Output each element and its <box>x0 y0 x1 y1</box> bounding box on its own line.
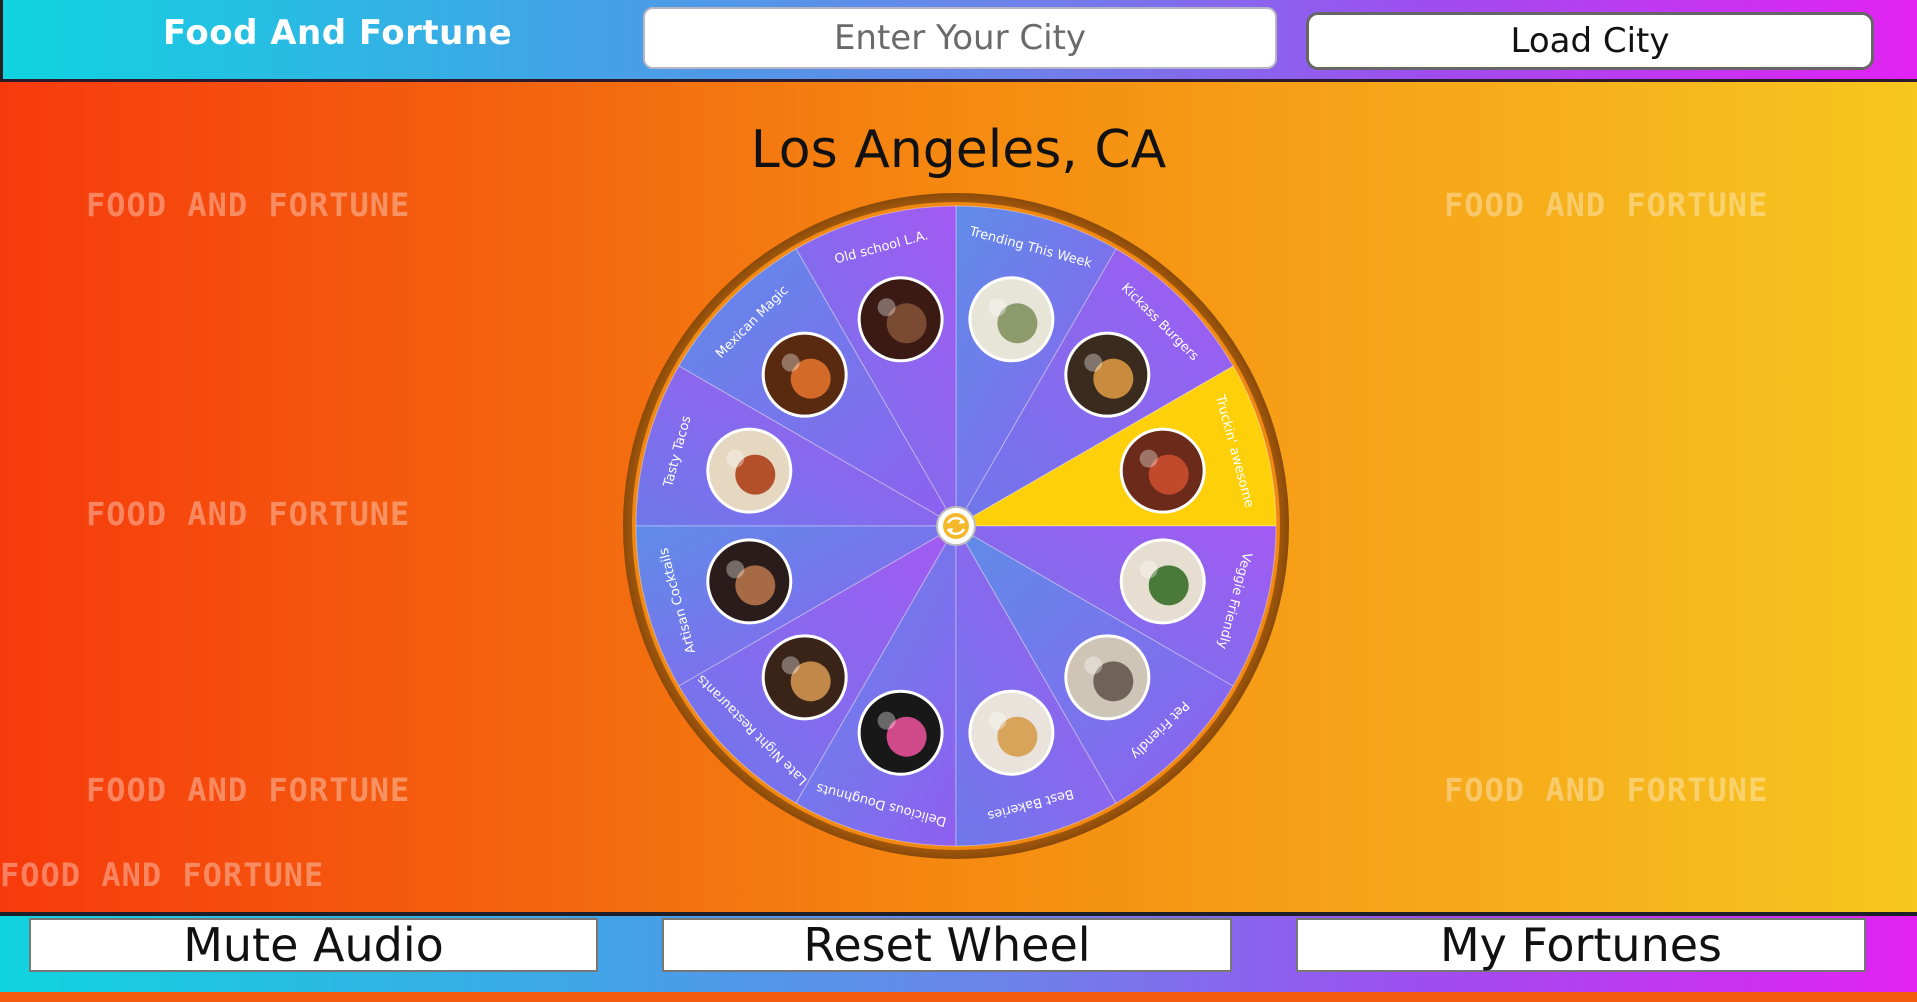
top-bar-edge <box>0 0 3 82</box>
watermark-text: FOOD AND FORTUNE <box>1444 771 1769 809</box>
spin-button[interactable] <box>936 506 976 546</box>
veggie-bowl-photo <box>1119 538 1206 625</box>
my-fortunes-button[interactable]: My Fortunes <box>1296 918 1866 972</box>
watermark-text: FOOD AND FORTUNE <box>0 856 325 894</box>
doughnuts-photo <box>857 689 944 776</box>
city-heading: Los Angeles, CA <box>750 120 1167 180</box>
late-night-burger-photo <box>761 634 848 721</box>
bottom-strip <box>0 992 1917 1002</box>
restaurant-interior-photo <box>857 276 944 363</box>
watermark-text: FOOD AND FORTUNE <box>86 495 411 533</box>
mexican-dish-photo <box>761 331 848 418</box>
trending-dish-photo <box>968 276 1055 363</box>
tacos-photo <box>706 427 793 514</box>
patio-photo <box>1064 634 1151 721</box>
pastry-photo <box>968 689 1055 776</box>
watermark-text: FOOD AND FORTUNE <box>86 186 411 224</box>
fortune-wheel[interactable]: Truckin' awesome Kickass Burgers Trending … <box>622 192 1290 860</box>
mute-audio-button[interactable]: Mute Audio <box>29 918 598 972</box>
wheel-graphic[interactable]: Truckin' awesomeKickass BurgersTrending … <box>622 192 1290 860</box>
app-title: Food And Fortune <box>163 13 513 53</box>
city-input[interactable] <box>643 7 1277 69</box>
food-truck-photo <box>1119 427 1206 514</box>
main-area: FOOD AND FORTUNE FOOD AND FORTUNE FOOD A… <box>0 82 1917 912</box>
reset-wheel-button[interactable]: Reset Wheel <box>662 918 1232 972</box>
watermark-text: FOOD AND FORTUNE <box>1444 186 1769 224</box>
top-bar: Food And Fortune Load City <box>0 0 1917 82</box>
bottom-bar: Mute Audio Reset Wheel My Fortunes <box>0 912 1917 992</box>
burger-photo <box>1064 331 1151 418</box>
watermark-text: FOOD AND FORTUNE <box>86 771 411 809</box>
cocktail-photo <box>706 538 793 625</box>
load-city-button[interactable]: Load City <box>1306 12 1874 70</box>
